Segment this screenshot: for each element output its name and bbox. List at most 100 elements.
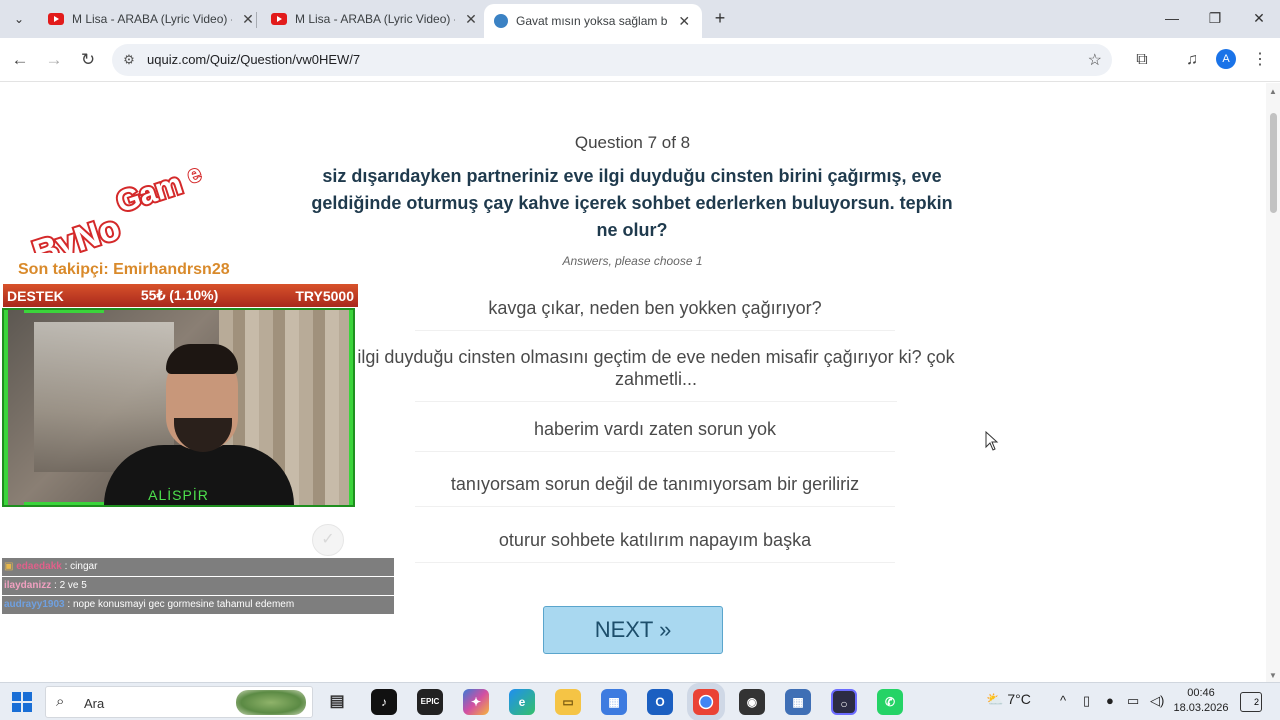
- svg-text:e: e: [184, 163, 205, 189]
- uquiz-icon: [494, 14, 508, 28]
- tab-title: M Lisa - ARABA (Lyric Video) - YouTube: [72, 12, 232, 26]
- close-tab-icon[interactable]: ✕: [240, 11, 256, 28]
- close-window-icon[interactable]: ✕: [1245, 6, 1273, 30]
- donation-goal: TRY5000: [295, 287, 354, 304]
- back-arrow-icon[interactable]: ←: [8, 48, 32, 72]
- forward-arrow-icon[interactable]: →: [42, 48, 66, 72]
- chat-username: audrayy1903: [4, 599, 65, 610]
- calculator-icon[interactable]: ▦: [785, 689, 811, 715]
- question-counter: Question 7 of 8: [574, 133, 691, 152]
- address-bar[interactable]: ⚙ uquiz.com/Quiz/Question/vw0HEW/7 ☆: [112, 44, 1112, 76]
- answer-option-4[interactable]: tanıyorsam sorun değil de tanımıyorsam b…: [355, 473, 955, 507]
- clock-date: 18.03.2026: [1173, 702, 1229, 714]
- tiktok-icon[interactable]: ♪: [371, 689, 397, 715]
- answer-option-1[interactable]: kavga çıkar, neden ben yokken çağırıyor?: [355, 297, 955, 331]
- scrollbar-thumb[interactable]: [1270, 113, 1277, 213]
- notification-icon[interactable]: 2: [1240, 692, 1262, 712]
- webcam-feed: ALİSPİR: [2, 308, 355, 507]
- answer-option-2[interactable]: ilgi duyduğu cinsten olmasını geçtim de …: [355, 346, 957, 402]
- cam-person-hair: [166, 344, 238, 374]
- chrome-icon[interactable]: [693, 689, 719, 715]
- cam-name-label: ALİSPİR: [148, 487, 209, 503]
- tab-uquiz-active[interactable]: Gavat mısın yoksa sağlam bir gav ✕: [484, 4, 702, 38]
- donation-amount: 55₺ (1.10%): [140, 287, 219, 303]
- chat-message: ▣ edaedakk : cingar: [2, 558, 394, 576]
- new-tab-plus-icon[interactable]: +: [710, 8, 730, 28]
- weather-widget[interactable]: ⛅ 7°C: [986, 691, 1031, 708]
- tab-title: Gavat mısın yoksa sağlam bir gav: [516, 14, 668, 28]
- cam-frame-top-accent: [24, 310, 104, 313]
- extensions-puzzle-icon[interactable]: ⧉: [1130, 48, 1154, 72]
- tab-title: M Lisa - ARABA (Lyric Video) - YouTube: [295, 12, 455, 26]
- task-view-icon[interactable]: ▤: [324, 689, 350, 715]
- scroll-up-icon[interactable]: ▲: [1269, 87, 1277, 96]
- close-tab-icon[interactable]: ✕: [676, 13, 692, 30]
- scroll-down-icon[interactable]: ▼: [1269, 671, 1277, 680]
- taskbar-clock[interactable]: 00:46 18.03.2026: [1170, 686, 1232, 716]
- answer-hint: Answers, please choose 1: [562, 254, 703, 268]
- last-follower-text: Son takipçi: Emirhandrsn28: [18, 261, 230, 278]
- microsoft-store-icon[interactable]: ▦: [601, 689, 627, 715]
- obs-icon[interactable]: ◉: [739, 689, 765, 715]
- network-icon[interactable]: ▭: [1127, 693, 1139, 709]
- chat-text: : cingar: [64, 561, 98, 572]
- donation-label: DESTEK: [7, 287, 64, 304]
- restore-icon[interactable]: ❐: [1201, 6, 1229, 30]
- youtube-icon: [48, 13, 64, 25]
- copilot-icon[interactable]: ✦: [463, 689, 489, 715]
- browser-toolbar: ← → ↻ ⚙ uquiz.com/Quiz/Question/vw0HEW/7…: [0, 38, 1280, 82]
- url-text[interactable]: uquiz.com/Quiz/Question/vw0HEW/7: [147, 52, 360, 67]
- next-button[interactable]: NEXT »: [543, 606, 723, 654]
- chat-username: ilaydanizz: [4, 580, 52, 591]
- search-icon: ⌕: [56, 693, 65, 710]
- answer-option-3[interactable]: haberim vardı zaten sorun yok: [355, 418, 955, 452]
- taskbar-search-box[interactable]: ⌕ Ara: [45, 686, 313, 718]
- donation-bar: DESTEK 55₺ (1.10%) TRY5000: [3, 284, 358, 307]
- windows-start-icon[interactable]: [12, 692, 32, 712]
- edge-icon[interactable]: e: [509, 689, 535, 715]
- weather-temp: 7°C: [1007, 691, 1031, 707]
- whatsapp-icon[interactable]: ✆: [877, 689, 903, 715]
- svg-text:Gam: Gam: [113, 167, 187, 219]
- tray-chevron-icon[interactable]: ^: [1060, 693, 1066, 708]
- tab-youtube-1[interactable]: M Lisa - ARABA (Lyric Video) - YouTube ✕: [38, 4, 266, 34]
- tab-youtube-2[interactable]: M Lisa - ARABA (Lyric Video) - YouTube ✕: [261, 4, 489, 34]
- search-highlight-image: [236, 690, 306, 715]
- close-tab-icon[interactable]: ✕: [463, 11, 479, 28]
- epic-games-icon[interactable]: EPIC: [417, 689, 443, 715]
- site-settings-icon[interactable]: ⚙: [120, 51, 138, 69]
- svg-text:ByNo: ByNo: [28, 209, 124, 253]
- tab-search-chevron-icon[interactable]: ⌄: [8, 8, 30, 30]
- more-menu-icon[interactable]: ⋮: [1248, 48, 1272, 72]
- profile-avatar[interactable]: A: [1216, 49, 1236, 69]
- taskbar-search-placeholder: Ara: [84, 696, 105, 711]
- chat-badge-icon: ▣: [4, 561, 14, 572]
- minimize-icon[interactable]: —: [1158, 6, 1186, 30]
- page-scrollbar[interactable]: ▲ ▼: [1266, 83, 1280, 682]
- chat-text: : nope konusmayi gec gormesine tahamul e…: [67, 599, 295, 610]
- bookmark-star-icon[interactable]: ☆: [1088, 50, 1102, 70]
- chat-text: : 2 ve 5: [54, 580, 87, 591]
- check-circle-icon: ✓: [312, 524, 344, 556]
- chat-message: ilaydanizz : 2 ve 5: [2, 577, 394, 595]
- media-control-icon[interactable]: ♫: [1180, 48, 1204, 72]
- answer-option-5[interactable]: oturur sohbete katılırım napayım başka: [355, 529, 955, 563]
- tab-separator: [256, 12, 257, 28]
- microphone-icon[interactable]: ●: [1106, 693, 1114, 708]
- tray-device-icon[interactable]: ▯: [1083, 693, 1090, 709]
- reload-icon[interactable]: ↻: [76, 48, 100, 72]
- cam-frame-left: [4, 310, 8, 505]
- weather-cloud-icon: ⛅: [986, 691, 1004, 707]
- clock-time: 00:46: [1187, 687, 1215, 699]
- bynogame-logo: ByNo Gam e: [26, 163, 205, 253]
- chat-username: edaedakk: [16, 561, 62, 572]
- outlook-icon[interactable]: O: [647, 689, 673, 715]
- mouse-cursor-icon: [985, 431, 999, 451]
- file-explorer-icon[interactable]: ▭: [555, 689, 581, 715]
- app-ring-icon[interactable]: ○: [831, 689, 857, 715]
- tab-strip: ⌄ M Lisa - ARABA (Lyric Video) - YouTube…: [0, 0, 1280, 38]
- cam-frame-right: [349, 310, 353, 505]
- quiz-page: Question 7 of 8 siz dışarıdayken partner…: [0, 83, 1280, 682]
- question-text: siz dışarıdayken partneriniz eve ilgi du…: [311, 166, 953, 240]
- volume-icon[interactable]: ◁): [1150, 693, 1164, 709]
